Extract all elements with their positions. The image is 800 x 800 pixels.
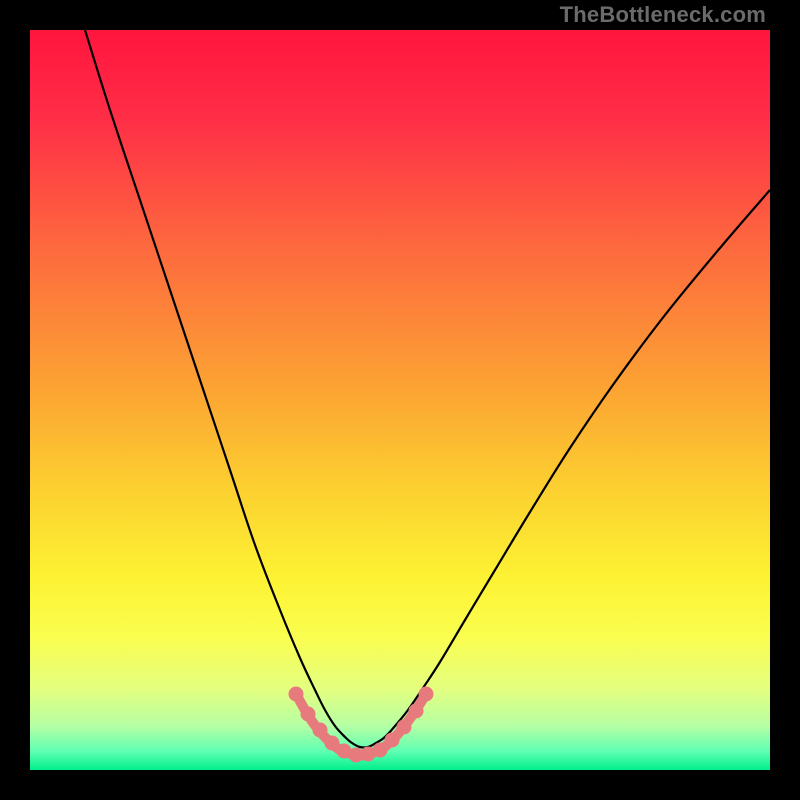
watermark-text: TheBottleneck.com: [560, 2, 766, 28]
plot-frame: [30, 30, 770, 770]
plot-svg: [30, 30, 770, 770]
gradient-bg: [30, 30, 770, 770]
